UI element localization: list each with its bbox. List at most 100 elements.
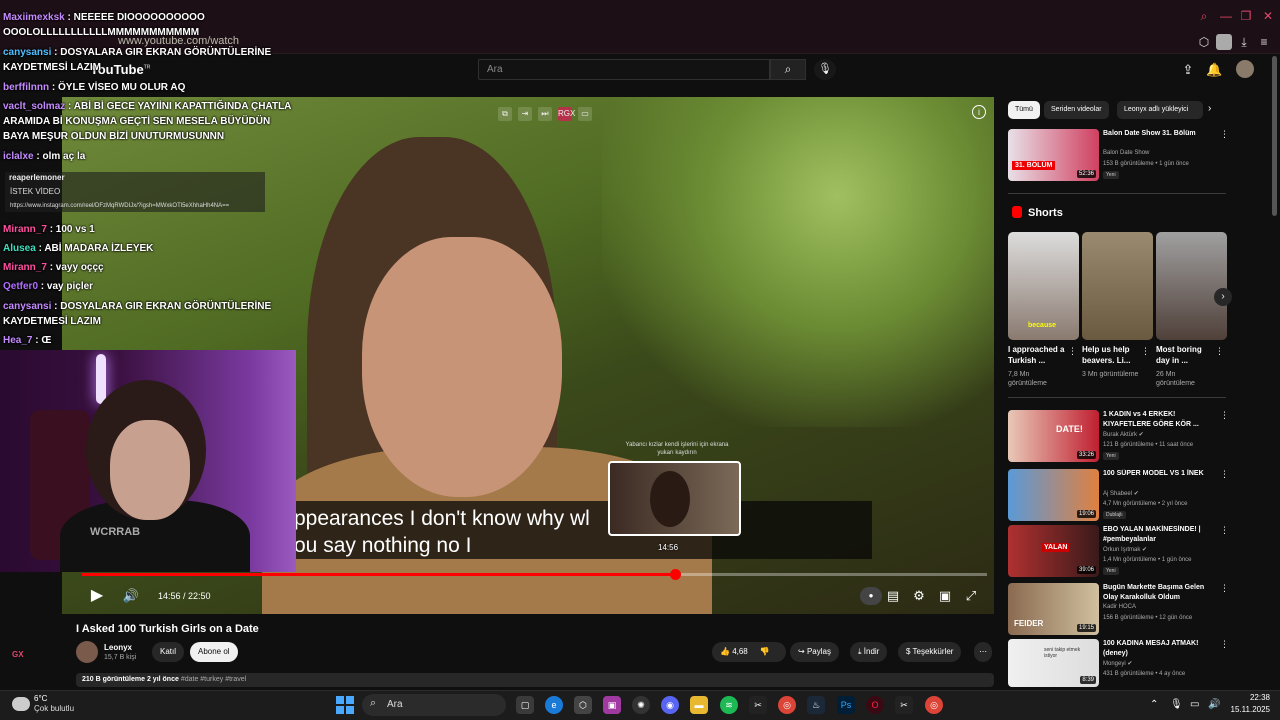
short-title[interactable]: I approached a Turkish ... — [1008, 344, 1068, 366]
info-icon[interactable]: i — [972, 105, 986, 119]
recommendation-item[interactable]: DATE! 33:26 1 KADIN vs 4 ERKEK! KIYAFETL… — [1008, 410, 1229, 462]
rec-title[interactable]: 100 SÜPER MODEL VS 1 İNEK — [1103, 469, 1215, 479]
chip-uploader[interactable]: Leonyx adlı yükleyici — [1117, 101, 1203, 119]
more-vert-icon[interactable]: ⋮ — [1220, 525, 1229, 536]
theater-icon[interactable]: ▭ — [578, 107, 592, 121]
app-icon[interactable]: ⬡ — [574, 696, 592, 714]
like-button[interactable]: 👍 4,68 👎 — [712, 642, 786, 662]
rec-title[interactable]: 100 KADINA MESAJ ATMAK! (deney) — [1103, 639, 1215, 659]
maximize-icon[interactable]: ❐ — [1240, 10, 1252, 22]
weather-desc[interactable]: Çok bulutlu — [34, 704, 74, 713]
start-button[interactable] — [336, 696, 354, 714]
more-vert-icon[interactable]: ⋮ — [1068, 346, 1077, 357]
chrome-icon[interactable]: ◎ — [778, 696, 796, 714]
rec-channel[interactable]: Aj Shabeel ✔ — [1103, 490, 1139, 497]
spotify-icon[interactable]: ≋ — [720, 696, 738, 714]
search-icon[interactable]: ⌕ — [1198, 10, 1210, 22]
photoshop-icon[interactable]: Ps — [837, 696, 855, 714]
dislike-icon[interactable]: 👎 — [760, 647, 770, 656]
rec-channel[interactable]: Burak Aktürk ✔ — [1103, 431, 1144, 438]
channel-name[interactable]: Leonyx — [104, 643, 132, 652]
rec-title[interactable]: EBO YALAN MAKİNESİNDE! | #pembeyalanlar — [1103, 525, 1215, 545]
short-thumbnail[interactable] — [1082, 232, 1153, 340]
create-icon[interactable]: ⇪ — [1180, 62, 1196, 78]
notifications-icon[interactable]: 🔔 — [1206, 62, 1222, 78]
short-thumbnail[interactable] — [1156, 232, 1227, 340]
mic-icon[interactable]: 🎙 — [1170, 699, 1183, 710]
weather-icon[interactable] — [12, 697, 30, 711]
subtitles-icon[interactable]: ▤ — [884, 587, 902, 605]
more-vert-icon[interactable]: ⋮ — [1220, 639, 1229, 650]
channel-avatar[interactable] — [76, 641, 98, 663]
search-input[interactable]: Ara — [478, 59, 770, 80]
chatgpt-icon[interactable]: ✺ — [632, 696, 650, 714]
close-icon[interactable]: ✕ — [1262, 10, 1274, 22]
rec-title[interactable]: Balon Date Show 31. Bölüm — [1103, 129, 1215, 139]
rec-thumbnail[interactable]: seni takip etmek istiyor 8:39 — [1008, 639, 1099, 687]
chevron-up-icon[interactable]: ⌃ — [1150, 699, 1158, 710]
menu-icon[interactable]: ≡ — [1256, 34, 1272, 50]
rec-channel[interactable]: Kadir HOCA — [1103, 604, 1136, 610]
extensions-icon[interactable]: ⬡ — [1196, 34, 1212, 50]
chevron-right-icon[interactable]: › — [1208, 103, 1211, 114]
rec-title[interactable]: Bugün Markette Başıma Gelen Olay Karakol… — [1103, 583, 1215, 603]
chrome-icon[interactable]: ◎ — [925, 696, 943, 714]
more-vert-icon[interactable]: ⋮ — [1220, 410, 1229, 421]
progress-bar[interactable] — [82, 569, 987, 580]
miniplayer-icon[interactable]: ▣ — [936, 587, 954, 605]
subscribe-button[interactable]: Abone ol — [190, 642, 238, 662]
rec-thumbnail[interactable]: FEIDER 19:15 — [1008, 583, 1099, 635]
chip-series[interactable]: Seriden videolar — [1044, 101, 1109, 119]
rec-thumbnail[interactable]: 31. BÖLÜM 52:36 — [1008, 129, 1099, 181]
short-thumbnail[interactable]: because — [1008, 232, 1079, 340]
hashtags[interactable]: #date #turkey #travel — [181, 676, 246, 683]
profile-icon[interactable] — [1216, 34, 1232, 50]
rec-channel[interactable]: Orkun Işıtmak ✔ — [1103, 546, 1147, 553]
recommendation-item[interactable]: 19:06 100 SÜPER MODEL VS 1 İNEK Aj Shabe… — [1008, 469, 1229, 521]
capcut-icon[interactable]: ✂ — [895, 696, 913, 714]
volume-icon[interactable]: 🔊 — [1208, 699, 1220, 710]
thanks-button[interactable]: $ Teşekkürler — [898, 642, 962, 662]
avatar[interactable] — [1236, 60, 1254, 78]
rgx-badge[interactable]: RGX — [558, 107, 575, 121]
edge-icon[interactable]: e — [545, 696, 563, 714]
chevron-right-icon[interactable]: › — [1214, 288, 1232, 306]
weather-temp[interactable]: 6°C — [34, 694, 47, 703]
network-icon[interactable]: ▭ — [1190, 699, 1199, 710]
more-vert-icon[interactable]: ⋮ — [1220, 583, 1229, 594]
more-vert-icon[interactable]: ⋮ — [1141, 346, 1150, 357]
fullscreen-icon[interactable]: ⤢ — [962, 587, 980, 605]
recommendation-item[interactable]: YALAN 39:06 EBO YALAN MAKİNESİNDE! | #pe… — [1008, 525, 1229, 577]
rec-title[interactable]: 1 KADIN vs 4 ERKEK! KIYAFETLERE GÖRE KÖR… — [1103, 410, 1215, 430]
rec-thumbnail[interactable]: 19:06 — [1008, 469, 1099, 521]
scrollbar[interactable] — [1272, 56, 1277, 216]
popout-icon[interactable]: ⇥ — [518, 107, 532, 121]
gx-icon[interactable]: GX — [12, 650, 24, 659]
recommendation-item[interactable]: 31. BÖLÜM 52:36 Balon Date Show 31. Bölü… — [1008, 129, 1229, 181]
share-button[interactable]: ↪ Paylaş — [790, 642, 839, 662]
download-icon[interactable]: ⤓ — [1236, 34, 1252, 50]
recommendation-item[interactable]: seni takip etmek istiyor 8:39 100 KADINA… — [1008, 639, 1229, 689]
download-button[interactable]: ⤓ İndir — [850, 642, 888, 662]
progress-knob[interactable] — [669, 569, 681, 580]
recommendation-item[interactable]: FEIDER 19:15 Bugün Markette Başıma Gelen… — [1008, 583, 1229, 635]
volume-icon[interactable]: 🔊 — [122, 587, 140, 605]
clock-date[interactable]: 15.11.2025 — [1222, 705, 1270, 714]
task-view-icon[interactable]: ▢ — [516, 696, 534, 714]
short-title[interactable]: Help us help beavers. Li... — [1082, 344, 1142, 366]
settings-icon[interactable]: ⚙ — [910, 587, 928, 605]
rec-channel[interactable]: Balon Date Show — [1103, 150, 1149, 156]
rec-thumbnail[interactable]: YALAN 39:06 — [1008, 525, 1099, 577]
autoplay-toggle[interactable]: ● — [860, 587, 882, 605]
clock-time[interactable]: 22:38 — [1232, 693, 1270, 702]
rec-channel[interactable]: Mongeyi ✔ — [1103, 660, 1132, 667]
discord-icon[interactable]: ◉ — [661, 696, 679, 714]
short-title[interactable]: Most boring day in ... — [1156, 344, 1216, 366]
play-icon[interactable]: ▶ — [88, 587, 106, 605]
capcut-icon[interactable]: ✂ — [749, 696, 767, 714]
chip-all[interactable]: Tümü — [1008, 101, 1040, 119]
skip-icon[interactable]: ⏭ — [538, 107, 552, 121]
minimize-icon[interactable]: — — [1220, 10, 1232, 22]
more-vert-icon[interactable]: ⋮ — [1220, 469, 1229, 480]
folder-icon[interactable]: ▬ — [690, 696, 708, 714]
